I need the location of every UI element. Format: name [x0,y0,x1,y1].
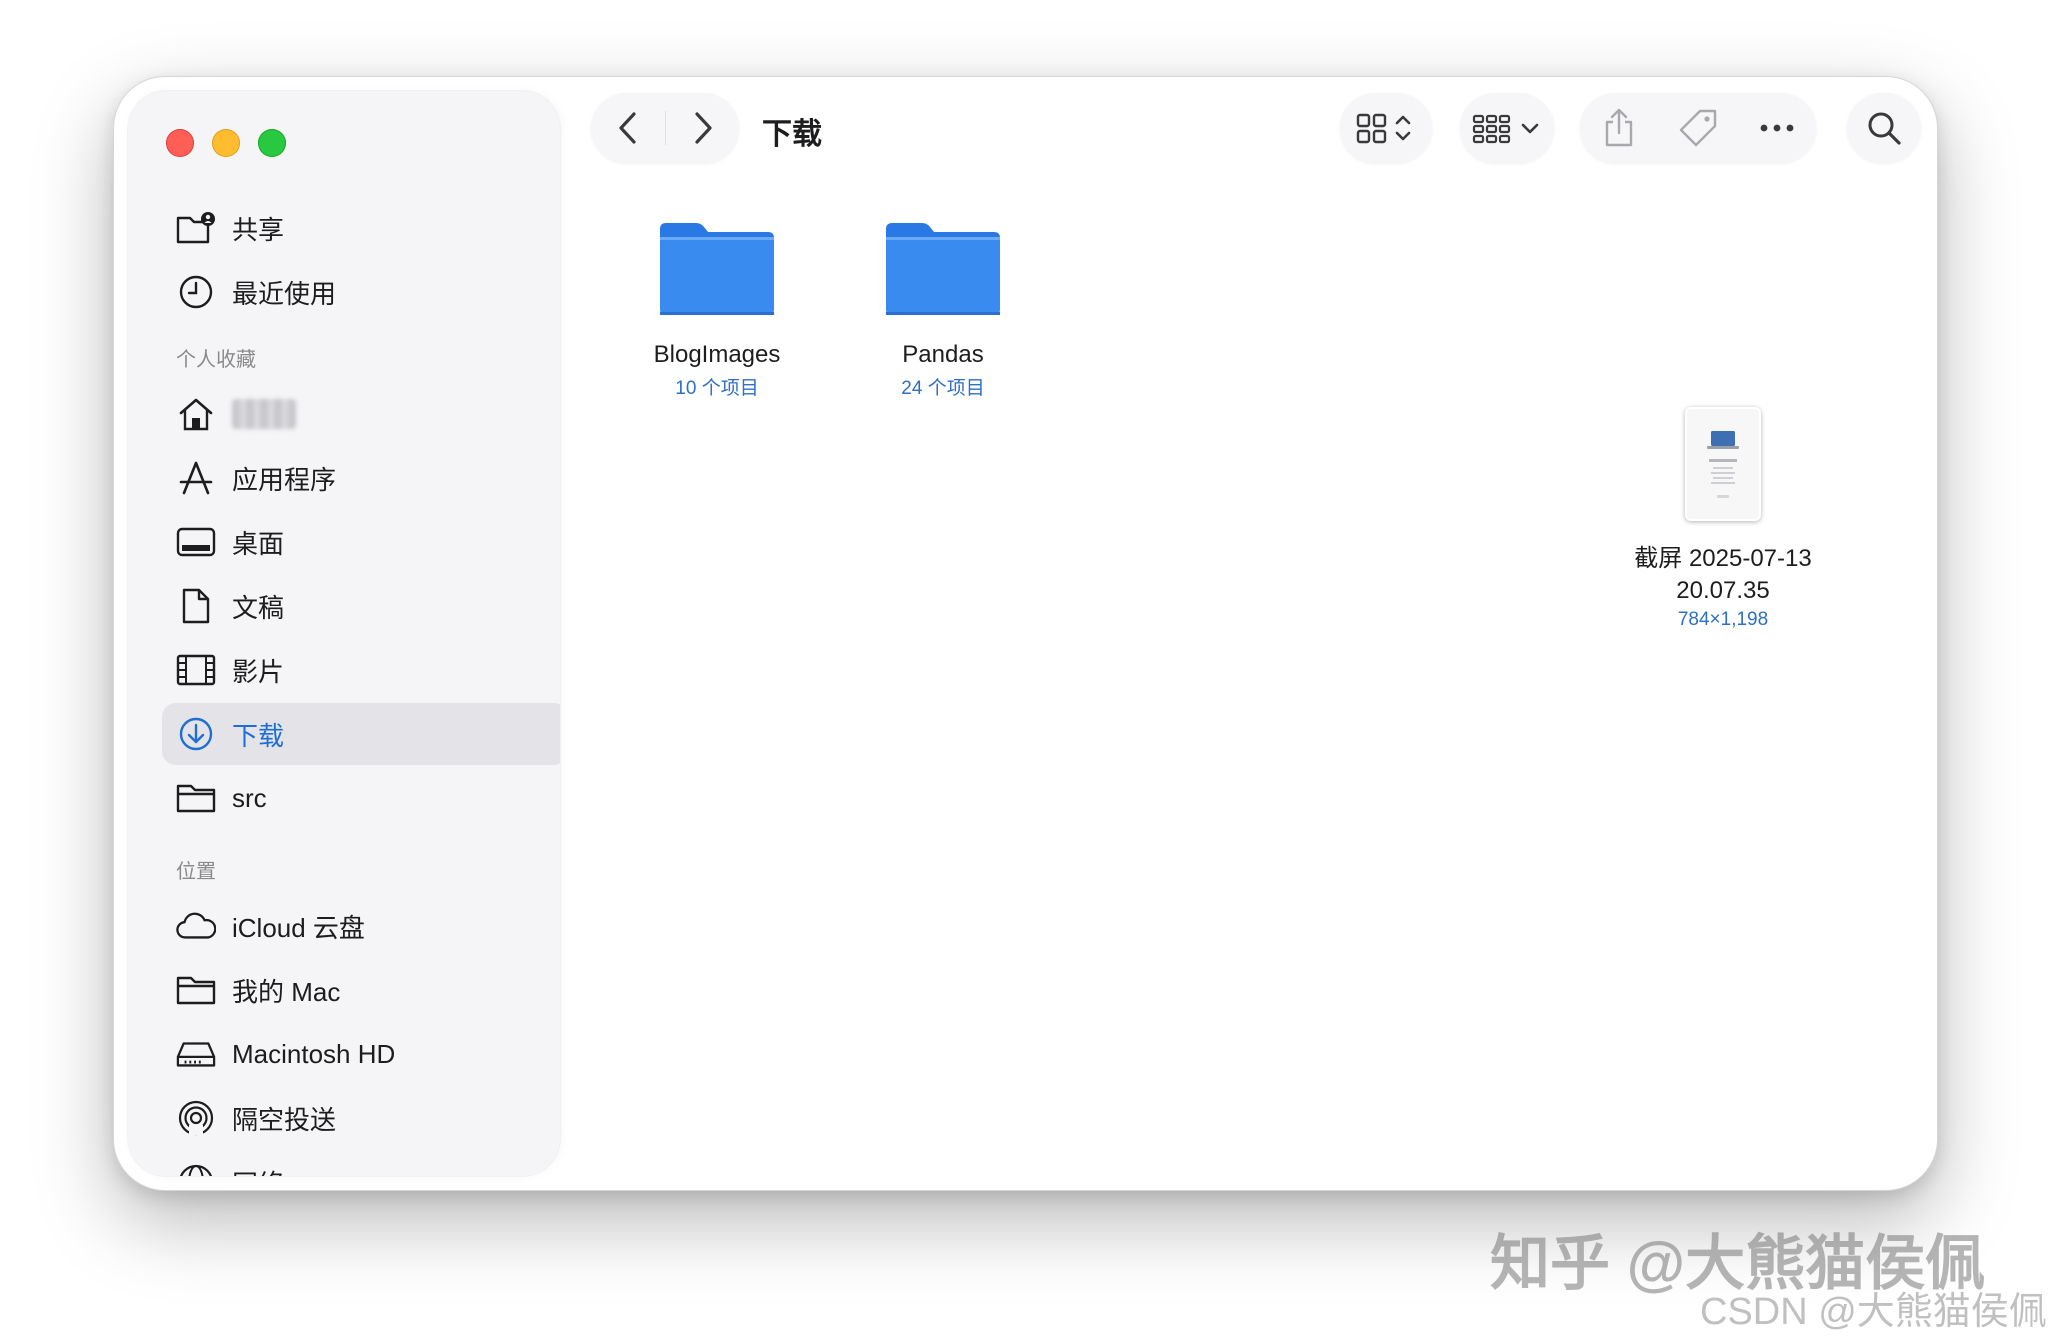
blurred-username [232,399,296,429]
grid-view-icon [1356,113,1411,144]
favorites-header: 个人收藏 [176,349,256,371]
sidebar-item-label: 我的 Mac [232,976,341,1007]
finder-window: 共享 最近使用 个人收藏 应用程序 桌面 文稿 影片 下载 src 位置 iCl… [113,76,1938,1191]
folder-icon [660,223,774,315]
forward-button[interactable] [666,93,739,163]
applications-icon [176,458,216,498]
sidebar-item-downloads[interactable]: 下载 [162,703,560,765]
window-title: 下载 [762,118,822,151]
sidebar-item-recents[interactable]: 最近使用 [162,261,560,323]
more-icon [1760,124,1794,132]
sidebar-item-src[interactable]: src [162,767,560,829]
group-icon [1472,114,1539,144]
folder-icon [176,778,216,818]
share-button[interactable] [1584,93,1654,163]
disk-icon [176,1034,216,1074]
sidebar-item-label: Macintosh HD [232,1038,396,1069]
shared-folder-icon [176,208,216,248]
sidebar-item-home[interactable] [162,383,560,445]
desktop-icon [176,522,216,562]
file-meta: 10 个项目 [675,378,759,399]
sidebar-item-label: 隔空投送 [232,1104,337,1135]
file-name-line2: 20.07.35 [1676,577,1770,604]
sidebar-item-label: 网络 [232,1164,284,1177]
view-mode-button[interactable] [1340,93,1432,163]
sidebar-item-label: 下载 [232,720,285,751]
film-icon [176,650,216,690]
more-button[interactable] [1742,93,1812,163]
download-icon [176,714,216,754]
screenshot-thumbnail [1685,407,1761,521]
sidebar: 共享 最近使用 个人收藏 应用程序 桌面 文稿 影片 下载 src 位置 iCl… [114,77,574,1190]
cloud-icon [176,906,216,946]
group-button[interactable] [1460,93,1554,163]
actions-group [1580,93,1816,163]
sidebar-item-icloud[interactable]: iCloud 云盘 [162,895,560,957]
back-button[interactable] [591,93,665,163]
clock-icon [176,272,216,312]
document-icon [176,586,216,626]
folder-icon [886,223,1000,315]
sidebar-item-label: iCloud 云盘 [232,912,365,943]
sidebar-item-label: src [232,782,267,813]
sidebar-item-desktop[interactable]: 桌面 [162,511,560,573]
file-name: BlogImages [653,341,781,368]
share-icon [1606,108,1633,147]
sidebar-item-network[interactable]: 网络 [162,1151,560,1176]
file-item-pandas[interactable]: Pandas 24 个项目 [845,219,1041,400]
file-item-screenshot[interactable]: 截屏 2025-07-13 20.07.35 784×1,198 [1605,407,1841,631]
sidebar-item-label: 文稿 [232,592,285,623]
airdrop-icon [176,1098,216,1138]
file-name: Pandas [902,341,984,368]
window-controls [166,129,286,157]
navigation-group [591,93,739,163]
network-icon [176,1162,216,1176]
chevron-right-icon [694,112,712,144]
file-meta: 24 个项目 [901,378,985,399]
file-meta: 784×1,198 [1677,609,1769,630]
sidebar-item-applications[interactable]: 应用程序 [162,447,560,509]
close-button[interactable] [166,129,194,157]
sidebar-item-shared[interactable]: 共享 [162,197,560,259]
sidebar-item-label: 桌面 [232,528,285,559]
zoom-button[interactable] [258,129,286,157]
sidebar-item-airdrop[interactable]: 隔空投送 [162,1087,560,1149]
sidebar-item-label: 共享 [232,214,285,245]
search-icon [1868,112,1901,145]
minimize-button[interactable] [212,129,240,157]
tag-button[interactable] [1663,93,1733,163]
sidebar-item-my-mac[interactable]: 我的 Mac [162,959,560,1021]
locations-header: 位置 [176,861,216,883]
sidebar-item-documents[interactable]: 文稿 [162,575,560,637]
home-icon [176,394,216,434]
sidebar-panel: 共享 最近使用 个人收藏 应用程序 桌面 文稿 影片 下载 src 位置 iCl… [128,91,560,1176]
search-button[interactable] [1847,93,1921,163]
chevron-left-icon [619,112,636,144]
file-name-line1: 截屏 2025-07-13 [1634,545,1812,572]
sidebar-item-label: 影片 [232,656,285,687]
file-item-blogimages[interactable]: BlogImages 10 个项目 [619,219,815,400]
tag-icon [1679,109,1717,147]
sidebar-item-label: 最近使用 [232,278,337,309]
sidebar-item-label: 应用程序 [232,464,337,495]
laptop-icon [1707,431,1739,498]
sidebar-item-movies[interactable]: 影片 [162,639,560,701]
sidebar-item-macintosh-hd[interactable]: Macintosh HD [162,1023,560,1085]
folder-icon [176,970,216,1010]
watermark-csdn: CSDN @大熊猫侯佩 [1700,1291,2047,1333]
